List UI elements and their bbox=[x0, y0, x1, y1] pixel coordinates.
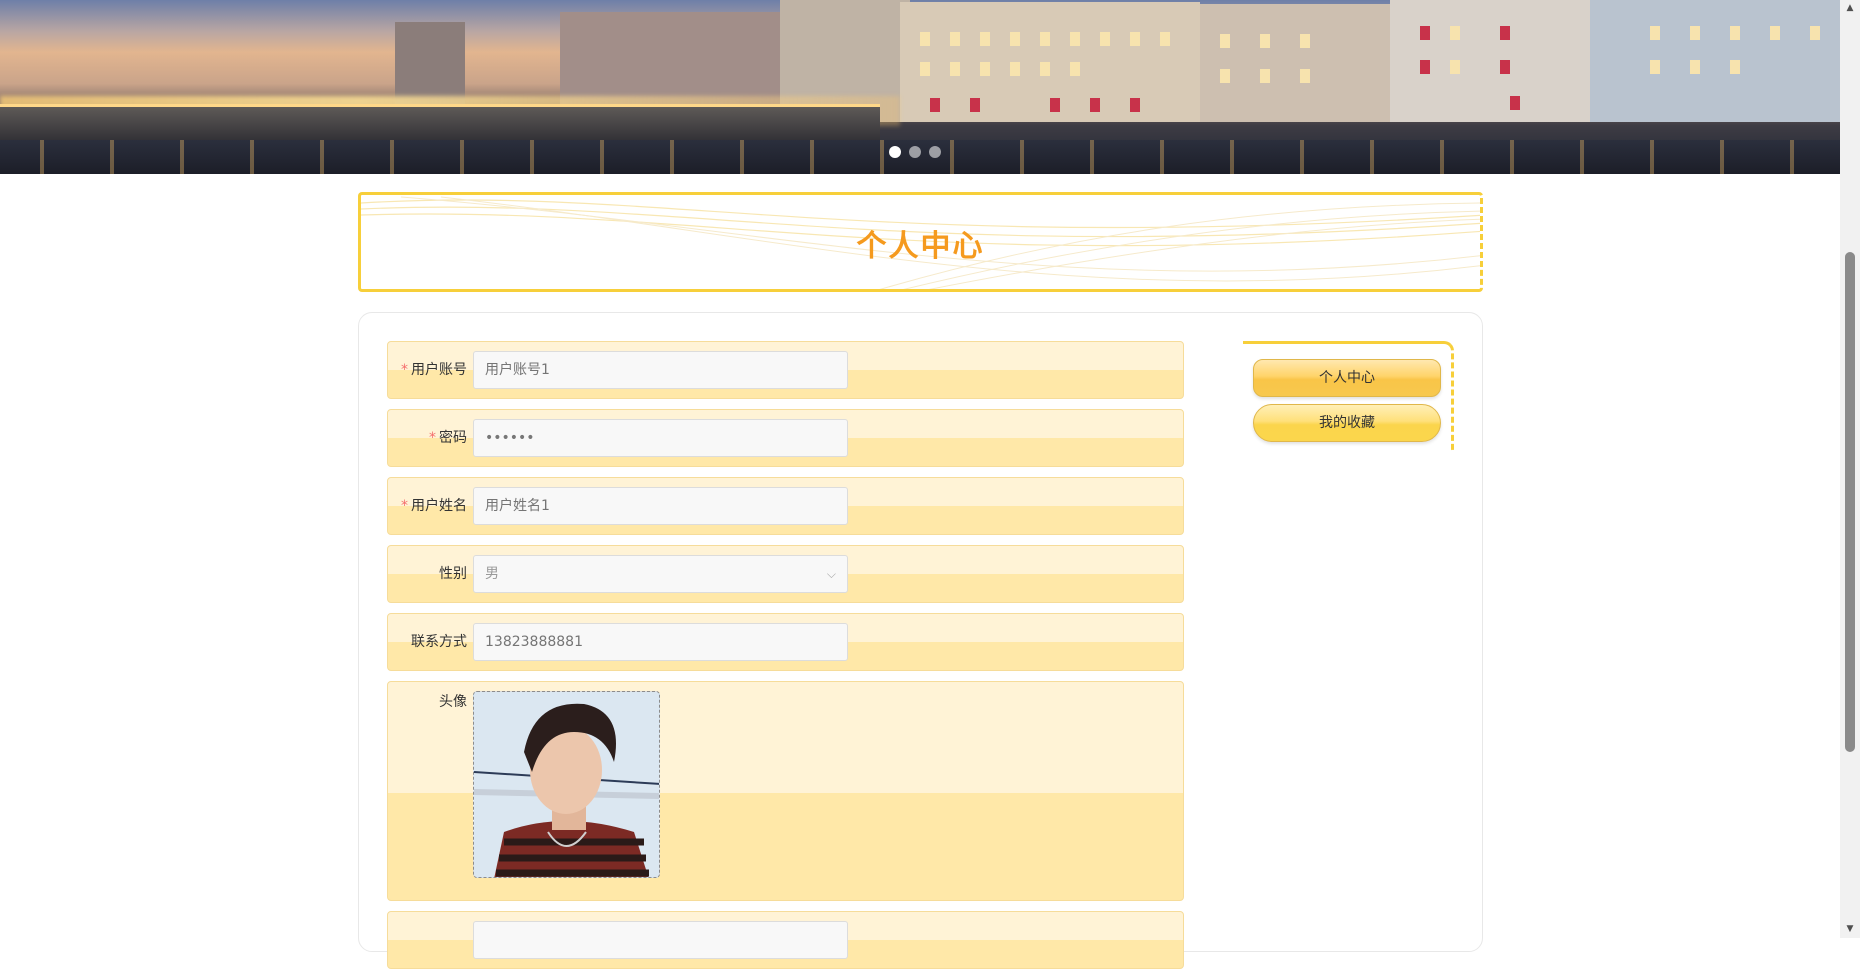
page-title-box: 个人中心 bbox=[358, 192, 1483, 292]
chevron-down-icon: ⌵ bbox=[826, 567, 836, 581]
banner-building bbox=[900, 2, 1200, 122]
name-input[interactable] bbox=[473, 487, 848, 525]
contact-label: 联系方式 bbox=[411, 634, 467, 650]
scroll-up-icon[interactable]: ▲ bbox=[1840, 0, 1860, 17]
password-input[interactable]: •••••• bbox=[473, 419, 848, 457]
carousel-indicators bbox=[889, 146, 941, 158]
banner-building bbox=[1590, 0, 1840, 122]
profile-panel: *用户账号 *密码 •••••• *用户姓名 性别 男 ⌵ 联系方式 头像 bbox=[358, 312, 1483, 969]
page-title: 个人中心 bbox=[856, 229, 985, 264]
banner-building bbox=[1390, 0, 1590, 122]
name-row: * 用户姓名 bbox=[387, 477, 1184, 535]
next-field-input[interactable] bbox=[473, 921, 848, 959]
contact-input[interactable] bbox=[473, 623, 848, 661]
gender-label: 性别 bbox=[439, 566, 467, 582]
carousel-dot[interactable] bbox=[929, 146, 941, 158]
avatar-image bbox=[474, 692, 659, 877]
page-scrollbar[interactable]: ▲ ▼ bbox=[1840, 0, 1860, 938]
carousel-dot[interactable] bbox=[909, 146, 921, 158]
avatar-upload[interactable] bbox=[473, 691, 660, 878]
account-row: * 用户账号 bbox=[387, 341, 1184, 399]
carousel-dot[interactable] bbox=[889, 146, 901, 158]
avatar-row: 头像 bbox=[387, 681, 1184, 901]
banner-building bbox=[1200, 4, 1390, 122]
account-label: * 用户账号 bbox=[401, 362, 467, 378]
account-input[interactable] bbox=[473, 351, 848, 389]
gender-selected-value: 男 bbox=[485, 566, 499, 582]
scroll-thumb[interactable] bbox=[1845, 252, 1855, 752]
gender-row: 性别 男 ⌵ bbox=[387, 545, 1184, 603]
next-field-row bbox=[387, 911, 1184, 969]
scroll-down-icon[interactable]: ▼ bbox=[1840, 921, 1860, 938]
contact-row: 联系方式 bbox=[387, 613, 1184, 671]
name-label: * 用户姓名 bbox=[401, 498, 467, 514]
menu-item-favorites[interactable]: 我的收藏 bbox=[1253, 404, 1441, 442]
password-label: * 密码 bbox=[429, 430, 467, 446]
banner-bridge bbox=[0, 104, 880, 144]
menu-item-profile[interactable]: 个人中心 bbox=[1253, 359, 1441, 397]
hero-banner bbox=[0, 0, 1840, 174]
avatar-label: 头像 bbox=[439, 694, 467, 710]
gender-select[interactable]: 男 ⌵ bbox=[473, 555, 848, 593]
side-menu: 个人中心 我的收藏 bbox=[1243, 341, 1454, 451]
password-row: * 密码 •••••• bbox=[387, 409, 1184, 467]
